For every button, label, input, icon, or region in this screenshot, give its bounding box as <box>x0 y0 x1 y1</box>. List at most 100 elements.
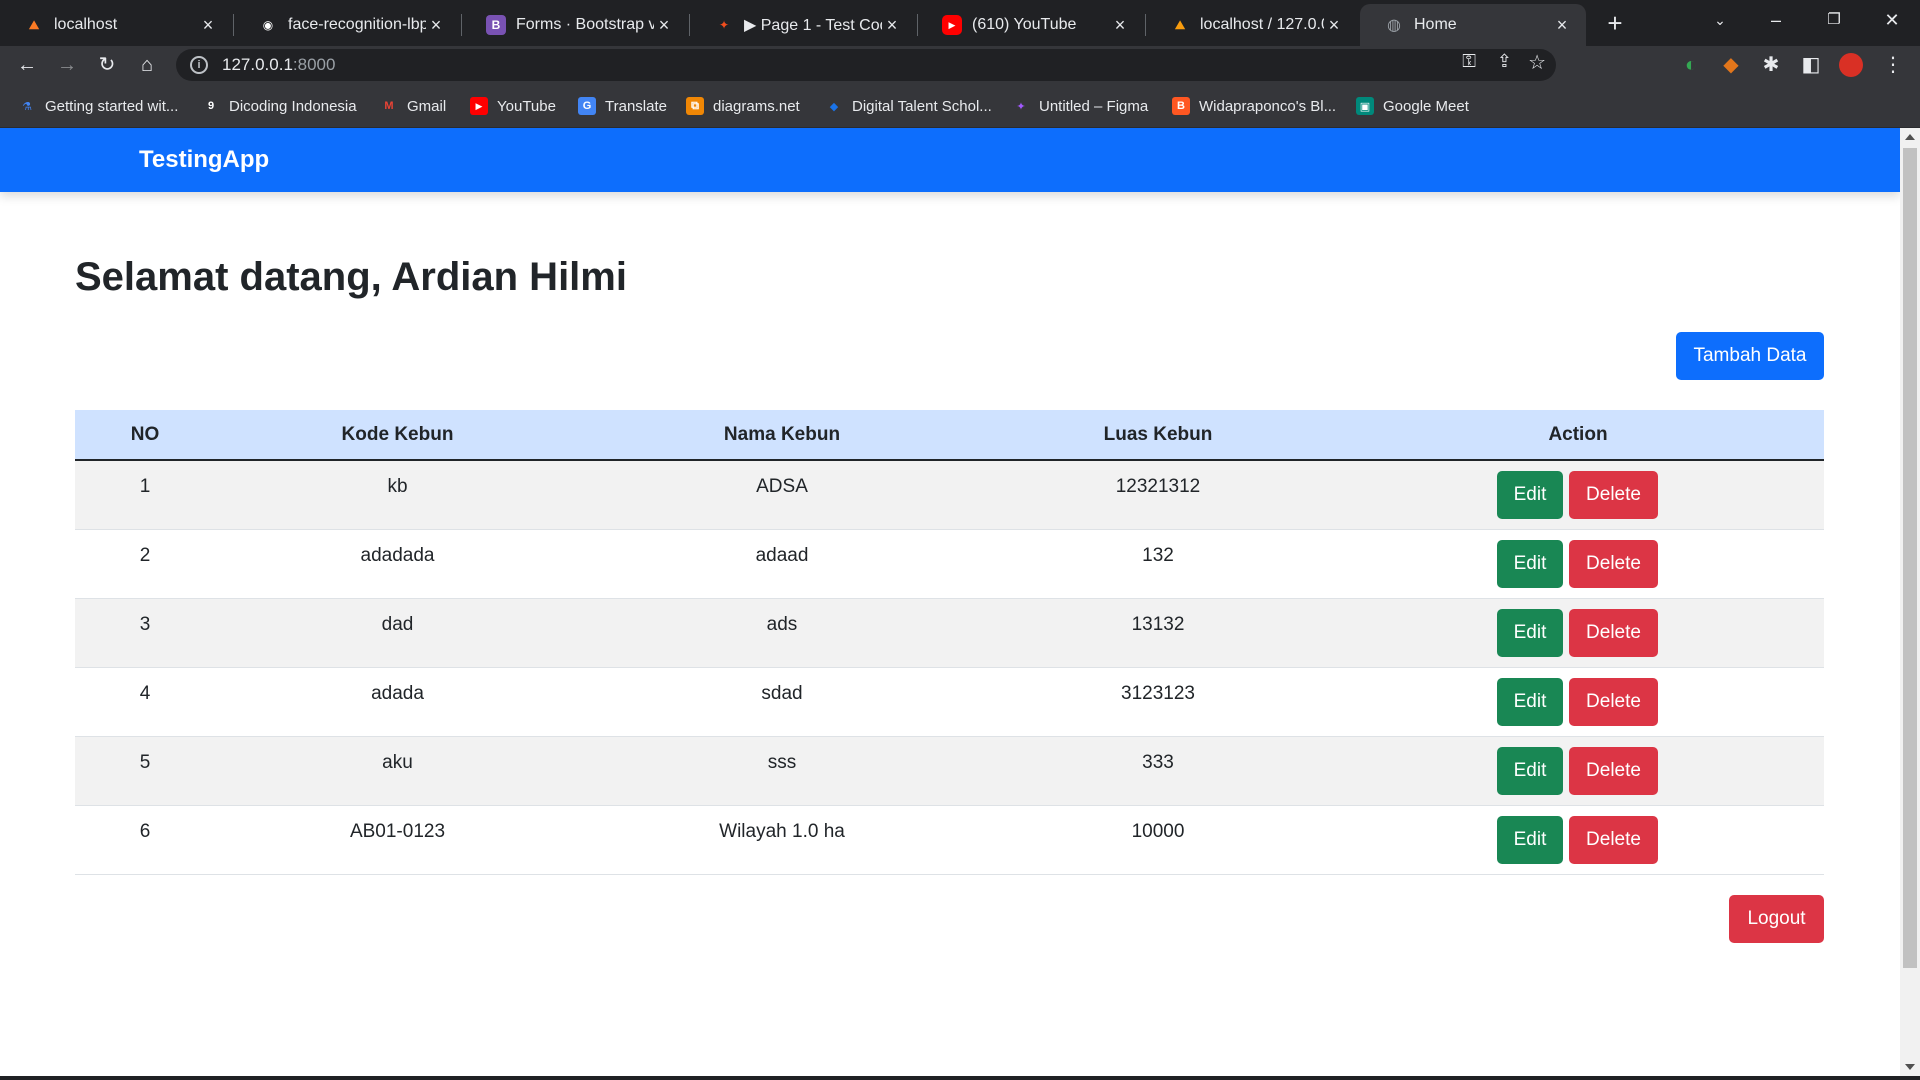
cell-no: 2 <box>139 545 151 566</box>
add-data-button[interactable]: Tambah Data <box>1676 332 1824 380</box>
close-icon[interactable]: × <box>882 15 902 36</box>
metamask-icon[interactable]: ◆ <box>1716 50 1746 80</box>
column-header-action: Action <box>1548 424 1608 445</box>
cell-no: 1 <box>139 476 151 497</box>
new-tab-button[interactable]: + <box>1600 8 1630 38</box>
cell-luas: 132 <box>1142 545 1174 566</box>
tab-search-icon[interactable]: ⌄ <box>1696 0 1744 40</box>
bookmark-item[interactable]: ⧉ diagrams.net <box>686 94 800 118</box>
delete-button[interactable]: Delete <box>1569 471 1658 519</box>
tab-title: ▶ Page 1 - Test Code <box>744 17 882 34</box>
bookmark-label: Dicoding Indonesia <box>229 97 357 115</box>
tab-title: (610) YouTube <box>972 16 1077 33</box>
logout-button[interactable]: Logout <box>1729 895 1824 943</box>
table-row: 3 dad ads 13132 Edit Delete <box>75 599 1824 668</box>
bookmark-item[interactable]: ▣ Google Meet <box>1356 94 1469 118</box>
cell-no: 3 <box>139 614 151 635</box>
scrollbar-thumb[interactable] <box>1903 148 1917 968</box>
menu-dots-icon[interactable]: ⋮ <box>1878 50 1908 80</box>
browser-tab-active[interactable]: ◍ Home × <box>1360 4 1586 46</box>
bookmark-label: Getting started wit... <box>45 97 179 115</box>
bookmark-label: Widapraponco's Bl... <box>1199 97 1337 115</box>
bookmark-item[interactable]: M Gmail <box>380 94 446 118</box>
edit-button[interactable]: Edit <box>1497 678 1563 726</box>
scroll-down-arrow-icon[interactable] <box>1905 1064 1915 1070</box>
bookmark-item[interactable]: ▶ YouTube <box>470 94 556 118</box>
close-icon[interactable]: × <box>1552 15 1572 36</box>
edit-button[interactable]: Edit <box>1497 471 1563 519</box>
column-header-no: NO <box>130 424 160 445</box>
bookmark-star-icon[interactable]: ☆ <box>1528 50 1546 75</box>
bookmarks-bar: ⚗ Getting started wit... 9 Dicoding Indo… <box>0 84 1920 128</box>
table-row: 2 adadada adaad 132 Edit Delete <box>75 530 1824 599</box>
minimize-icon[interactable]: – <box>1752 0 1800 40</box>
tab-title: localhost / 127.0.0.1 / <box>1200 16 1324 33</box>
puzzle-icon[interactable]: ✱ <box>1756 50 1786 80</box>
bookmark-item[interactable]: 9 Dicoding Indonesia <box>202 94 357 118</box>
row-actions: Edit Delete <box>1497 471 1664 519</box>
flask-icon: ⚗ <box>22 100 32 113</box>
youtube-icon: ▶ <box>470 97 488 115</box>
navbar-brand[interactable]: TestingApp <box>139 146 269 174</box>
page-title: Selamat datang, Ardian Hilmi <box>75 255 627 299</box>
delete-button[interactable]: Delete <box>1569 816 1658 864</box>
browser-tab[interactable]: ✦ ▶ Page 1 - Test Code × <box>690 4 916 46</box>
site-info-icon[interactable]: i <box>190 56 208 74</box>
edit-button[interactable]: Edit <box>1497 540 1563 588</box>
close-icon[interactable]: × <box>1110 15 1130 36</box>
delete-button[interactable]: Delete <box>1569 540 1658 588</box>
restore-icon[interactable]: ❐ <box>1810 0 1858 40</box>
bookmark-item[interactable]: ✦ Untitled – Figma <box>1012 94 1148 118</box>
delete-button[interactable]: Delete <box>1569 678 1658 726</box>
scroll-up-arrow-icon[interactable] <box>1905 134 1915 140</box>
avatar[interactable] <box>1836 50 1866 80</box>
translate-icon: G <box>578 97 596 115</box>
dicoding-icon: 9 <box>207 100 215 112</box>
window-close-icon[interactable]: ✕ <box>1868 0 1916 40</box>
browser-tab[interactable]: ⛰ localhost / 127.0.0.1 / × <box>1146 4 1358 46</box>
bookmark-item[interactable]: G Translate <box>578 94 667 118</box>
close-icon[interactable]: × <box>426 15 446 36</box>
browser-tab[interactable]: ▶ (610) YouTube × <box>918 4 1144 46</box>
close-icon[interactable]: × <box>198 15 218 36</box>
page-scrollbar[interactable] <box>1900 128 1920 1076</box>
key-icon[interactable]: ⚿ <box>1462 51 1476 72</box>
cell-no: 6 <box>139 821 151 842</box>
back-arrow-icon[interactable]: ← <box>12 50 42 80</box>
cell-nama: sdad <box>761 683 803 704</box>
browser-tab[interactable]: ◉ face-recognition-lbph × <box>234 4 460 46</box>
side-panel-icon[interactable]: ◧ <box>1796 50 1826 80</box>
home-icon[interactable]: ⌂ <box>132 50 162 80</box>
cell-kode: adada <box>371 683 424 704</box>
edit-button[interactable]: Edit <box>1497 609 1563 657</box>
bookmark-label: Gmail <box>407 97 447 115</box>
extension-icon[interactable]: ◐ <box>1676 50 1706 80</box>
xampp-icon: ⛰ <box>28 17 40 32</box>
bookmark-item[interactable]: ⚗ Getting started wit... <box>18 94 178 118</box>
table-header: NO Kode Kebun Nama Kebun Luas Kebun Acti… <box>75 410 1824 461</box>
figma-icon: ✦ <box>718 18 730 32</box>
forward-arrow-icon[interactable]: → <box>52 50 82 80</box>
delete-button[interactable]: Delete <box>1569 609 1658 657</box>
meet-icon: ▣ <box>1356 97 1374 115</box>
cell-kode: adadada <box>360 545 435 566</box>
bookmark-label: YouTube <box>497 97 556 115</box>
edit-button[interactable]: Edit <box>1497 747 1563 795</box>
column-header-kode: Kode Kebun <box>341 424 454 445</box>
share-icon[interactable]: ⇪ <box>1497 51 1512 72</box>
url-port: :8000 <box>292 55 336 74</box>
browser-tab[interactable]: B Forms · Bootstrap v5. × <box>462 4 688 46</box>
cell-nama: ads <box>766 614 798 635</box>
bootstrap-icon: B <box>486 15 506 35</box>
address-bar[interactable]: i 127.0.0.1 :8000 ⚿ ⇪ ☆ <box>176 49 1556 81</box>
reload-icon[interactable]: ↻ <box>92 50 122 80</box>
gmail-icon: M <box>384 100 394 112</box>
edit-button[interactable]: Edit <box>1497 816 1563 864</box>
bookmark-item[interactable]: ◆ Digital Talent Schol... <box>825 94 992 118</box>
close-icon[interactable]: × <box>1324 15 1344 36</box>
close-icon[interactable]: × <box>654 15 674 36</box>
browser-tab[interactable]: ⛰ localhost × <box>0 4 232 46</box>
bookmark-item[interactable]: B Widapraponco's Bl... <box>1172 94 1336 118</box>
delete-button[interactable]: Delete <box>1569 747 1658 795</box>
cell-kode: kb <box>387 476 408 497</box>
